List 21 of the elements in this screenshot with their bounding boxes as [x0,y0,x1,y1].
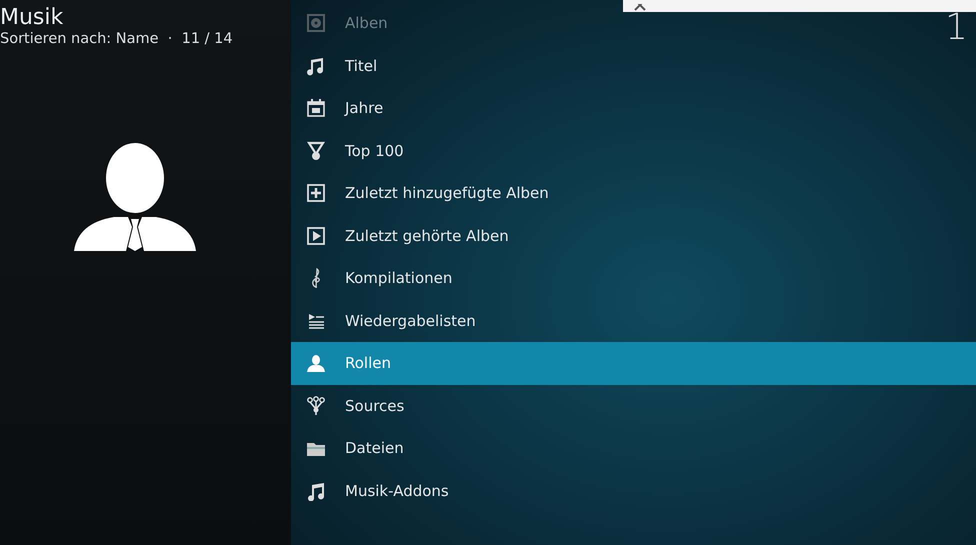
plus-square-icon [306,183,326,204]
person-silhouette-icon [74,143,196,251]
music-note-icon [306,480,326,501]
menu-item[interactable]: Rollen [291,342,976,384]
menu-item[interactable]: Kompilationen [291,257,976,300]
sort-info: Sortieren nach: Name · 11 / 14 [0,30,234,48]
calendar-icon [306,98,326,118]
menu-item[interactable]: Sources [291,384,976,427]
menu-item[interactable]: Wiedergabelisten [291,300,976,342]
menu-item[interactable]: Top 100 [291,130,976,172]
menu-item[interactable]: Musik-Addons [291,470,976,512]
menu-item[interactable]: Zuletzt hinzugefügte Alben [291,172,976,214]
play-square-icon [306,226,326,246]
person-icon [306,353,326,374]
menu-item[interactable]: Zuletzt gehörte Alben [291,214,976,257]
menu-item[interactable]: Jahre [291,87,976,130]
medal-icon [306,140,326,161]
screen-title: Musik [0,6,64,30]
music-note-icon [306,56,326,76]
network-icon [306,396,326,416]
menu-item[interactable]: Dateien [291,427,976,470]
